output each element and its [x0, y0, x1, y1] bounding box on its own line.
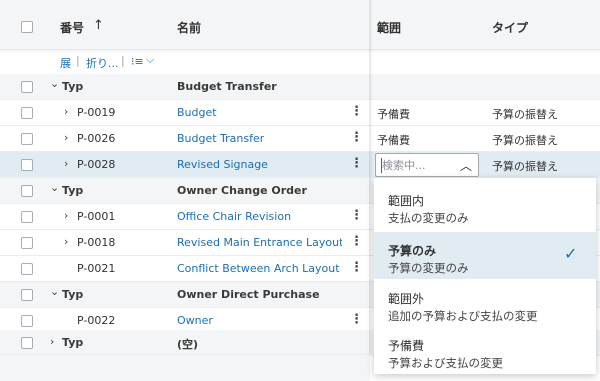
table-footer — [0, 354, 370, 381]
chevron-right-icon[interactable]: › — [64, 105, 68, 118]
row-checkbox[interactable] — [21, 337, 33, 349]
chevron-down-icon[interactable]: ⌵ — [146, 53, 154, 67]
row-checkbox[interactable] — [21, 289, 33, 301]
column-header-scope[interactable]: 範囲 — [377, 19, 401, 36]
row-name-link[interactable]: Revised Signage — [177, 158, 268, 171]
list-options-icon[interactable]: ⁝≡ — [131, 55, 144, 68]
chevron-down-icon[interactable]: ⌄ — [50, 181, 59, 194]
chevron-right-icon[interactable]: › — [64, 209, 68, 222]
option-description: 予算の変更のみ — [388, 261, 469, 275]
more-actions-icon[interactable]: ⋮ — [350, 156, 363, 171]
row-checkbox[interactable] — [21, 107, 33, 119]
checkmark-icon: ✓ — [564, 244, 578, 263]
row-checkbox[interactable] — [21, 185, 33, 197]
row-number: P-0019 — [77, 106, 116, 119]
row-number: P-0021 — [77, 262, 116, 275]
row-name-link[interactable]: Budget Transfer — [177, 132, 264, 145]
row-checkbox[interactable] — [21, 237, 33, 249]
option-title: 予備費 — [388, 339, 425, 353]
toolbar-separator: | — [76, 54, 80, 67]
toolbar-separator: | — [121, 54, 125, 67]
table-row[interactable]: › P-0026 Budget Transfer ⋮ 予備費 予算の振替え — [0, 126, 600, 152]
row-name-link[interactable]: Budget — [177, 106, 217, 119]
scope-option[interactable]: 範囲外 追加の予算および支払の変更 — [374, 280, 596, 327]
row-checkbox[interactable] — [21, 263, 33, 275]
column-header-row: 番号 ↑ 名前 範囲 タイプ — [0, 5, 600, 50]
column-header-type[interactable]: タイプ — [492, 19, 528, 36]
chevron-up-icon[interactable]: ︿ — [460, 157, 472, 174]
group-name: Budget Transfer — [177, 80, 277, 93]
group-name: Owner Change Order — [177, 184, 307, 197]
scope-option[interactable]: 予備費 予算および支払の変更 — [374, 327, 596, 374]
row-checkbox[interactable] — [21, 159, 33, 171]
row-number: P-0022 — [77, 314, 116, 327]
row-checkbox[interactable] — [21, 81, 33, 93]
row-scope[interactable]: 予備費 — [377, 132, 410, 148]
more-actions-icon[interactable]: ⋮ — [350, 260, 363, 275]
group-toolbar: 展 | 折り... | ⁝≡ ⌵ — [0, 52, 370, 75]
scope-option-selected[interactable]: 予算のみ 予算の変更のみ ✓ — [374, 232, 596, 279]
row-scope[interactable]: 予備費 — [377, 106, 410, 122]
chevron-down-icon[interactable]: ⌄ — [50, 285, 59, 298]
group-label: Typ — [62, 288, 84, 301]
chevron-right-icon[interactable]: › — [64, 235, 68, 248]
option-title: 範囲内 — [388, 194, 425, 208]
row-name-link[interactable]: Conflict Between Arch Layout a... — [177, 262, 342, 275]
option-title: 範囲外 — [388, 292, 425, 306]
more-actions-icon[interactable]: ⋮ — [350, 208, 363, 223]
option-description: 追加の予算および支払の変更 — [388, 309, 538, 323]
row-checkbox[interactable] — [21, 133, 33, 145]
sort-ascending-icon[interactable]: ↑ — [93, 18, 104, 33]
chevron-right-icon[interactable]: › — [64, 157, 68, 170]
group-label: Typ — [62, 80, 84, 93]
row-number: P-0001 — [77, 210, 116, 223]
more-actions-icon[interactable]: ⋮ — [350, 104, 363, 119]
row-number: P-0018 — [77, 236, 116, 249]
scope-select[interactable]: ︿ — [375, 153, 479, 177]
scope-option[interactable]: 範囲内 支払の変更のみ — [374, 182, 596, 229]
table-row[interactable]: › P-0019 Budget ⋮ 予備費 予算の振替え — [0, 100, 600, 126]
table-header: 番号 ↑ 名前 範囲 タイプ — [0, 0, 600, 52]
column-header-name[interactable]: 名前 — [177, 19, 201, 36]
table-row-selected[interactable]: › P-0028 Revised Signage ⋮ 予算の振替え — [0, 152, 600, 178]
scope-dropdown-menu: 範囲内 支払の変更のみ 予算のみ 予算の変更のみ ✓ 範囲外 追加の予算および支… — [374, 178, 596, 374]
row-type[interactable]: 予算の振替え — [492, 106, 558, 122]
select-all-checkbox[interactable] — [21, 21, 33, 33]
more-actions-icon[interactable]: ⋮ — [350, 130, 363, 145]
row-name-link[interactable]: Revised Main Entrance Layout ... — [177, 236, 342, 249]
group-label: Typ — [62, 336, 84, 349]
option-description: 支払の変更のみ — [388, 211, 469, 225]
chevron-right-icon[interactable]: › — [64, 131, 68, 144]
option-description: 予算および支払の変更 — [388, 356, 503, 370]
scope-search-input[interactable] — [382, 157, 452, 173]
group-name: (空) — [177, 338, 199, 351]
row-type[interactable]: 予算の振替え — [492, 132, 558, 148]
more-actions-icon[interactable]: ⋮ — [350, 234, 363, 249]
row-number: P-0026 — [77, 132, 116, 145]
option-title: 予算のみ — [388, 244, 437, 258]
frozen-column-divider — [369, 0, 373, 354]
row-name-link[interactable]: Office Chair Revision — [177, 210, 291, 223]
row-name-link[interactable]: Owner — [177, 314, 213, 327]
chevron-down-icon[interactable]: ⌄ — [50, 77, 59, 90]
chevron-right-icon[interactable]: › — [50, 335, 54, 348]
row-type[interactable]: 予算の振替え — [492, 158, 558, 174]
group-name: Owner Direct Purchase — [177, 288, 320, 301]
group-row[interactable]: ⌄ Typ Budget Transfer — [0, 74, 600, 100]
row-checkbox[interactable] — [21, 315, 33, 327]
row-checkbox[interactable] — [21, 211, 33, 223]
collapse-all-link[interactable]: 折り... — [86, 55, 119, 71]
column-header-number[interactable]: 番号 — [60, 19, 84, 36]
group-label: Typ — [62, 184, 84, 197]
expand-all-link[interactable]: 展 — [60, 55, 71, 71]
row-number: P-0028 — [77, 158, 116, 171]
more-actions-icon[interactable]: ⋮ — [350, 312, 363, 327]
